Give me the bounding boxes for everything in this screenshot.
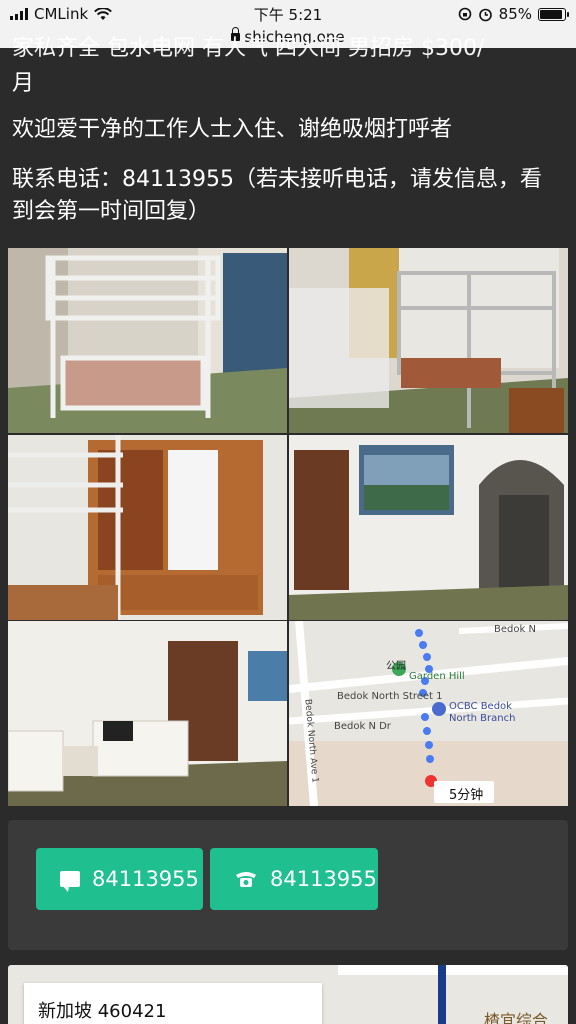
wardrobe-photo[interactable] (8, 435, 287, 620)
photo-grid: 公园 Garden Hill Bedok North Street 1 OCBC… (8, 248, 568, 806)
living-room-sofa-photo[interactable] (8, 621, 287, 806)
map-duration-label: 5分钟 (449, 788, 484, 803)
map-park-label: 公园 (386, 661, 406, 672)
map-route-photo[interactable]: 公园 Garden Hill Bedok North Street 1 OCBC… (289, 621, 568, 806)
clipped-description-line: 家私齐全 包水电网 有人气 四人间 男招房 $300/ (12, 36, 485, 61)
map-road3-label: Bedok N (494, 624, 536, 635)
contact-actions-panel: 84113955 84113955 (8, 820, 568, 950)
map-street-label: Bedok North Street 1 (337, 691, 443, 702)
hallway-painting-photo[interactable] (289, 435, 568, 620)
bunk-bed-room-photo[interactable] (289, 248, 568, 433)
contact-text: 联系电话：84113955（若未接听电话，请发信息，看到会第一时间回复） (12, 167, 542, 224)
address-label: 新加坡 460421 (24, 983, 322, 1024)
welcome-text: 欢迎爱干净的工作人士入住、谢绝吸烟打呼者 (12, 117, 453, 142)
map-park-en-label: Garden Hill (409, 671, 465, 682)
sms-number: 84113955 (92, 867, 199, 891)
location-map[interactable]: 新加坡 460421 楂宜综合 (8, 965, 568, 1024)
battery-icon (538, 7, 569, 21)
status-right: 85% (458, 5, 569, 23)
alarm-icon (478, 8, 492, 21)
sms-button[interactable]: 84113955 (36, 848, 203, 910)
phone-icon (236, 872, 256, 887)
map-road2-label: Bedok N Dr (334, 721, 391, 732)
chat-icon (60, 871, 80, 892)
description-month: 月 (12, 71, 35, 96)
battery-percent: 85% (498, 5, 532, 23)
bunk-bed-photo[interactable] (8, 248, 287, 433)
map-bank-label: OCBC Bedok North Branch (449, 701, 516, 724)
call-number: 84113955 (270, 867, 377, 891)
status-bar: CMLink 下午 5:21 85% (0, 0, 576, 28)
map-poi-label: 楂宜综合 (483, 1011, 548, 1024)
call-button[interactable]: 84113955 (210, 848, 378, 910)
rotation-lock-icon (458, 7, 471, 21)
